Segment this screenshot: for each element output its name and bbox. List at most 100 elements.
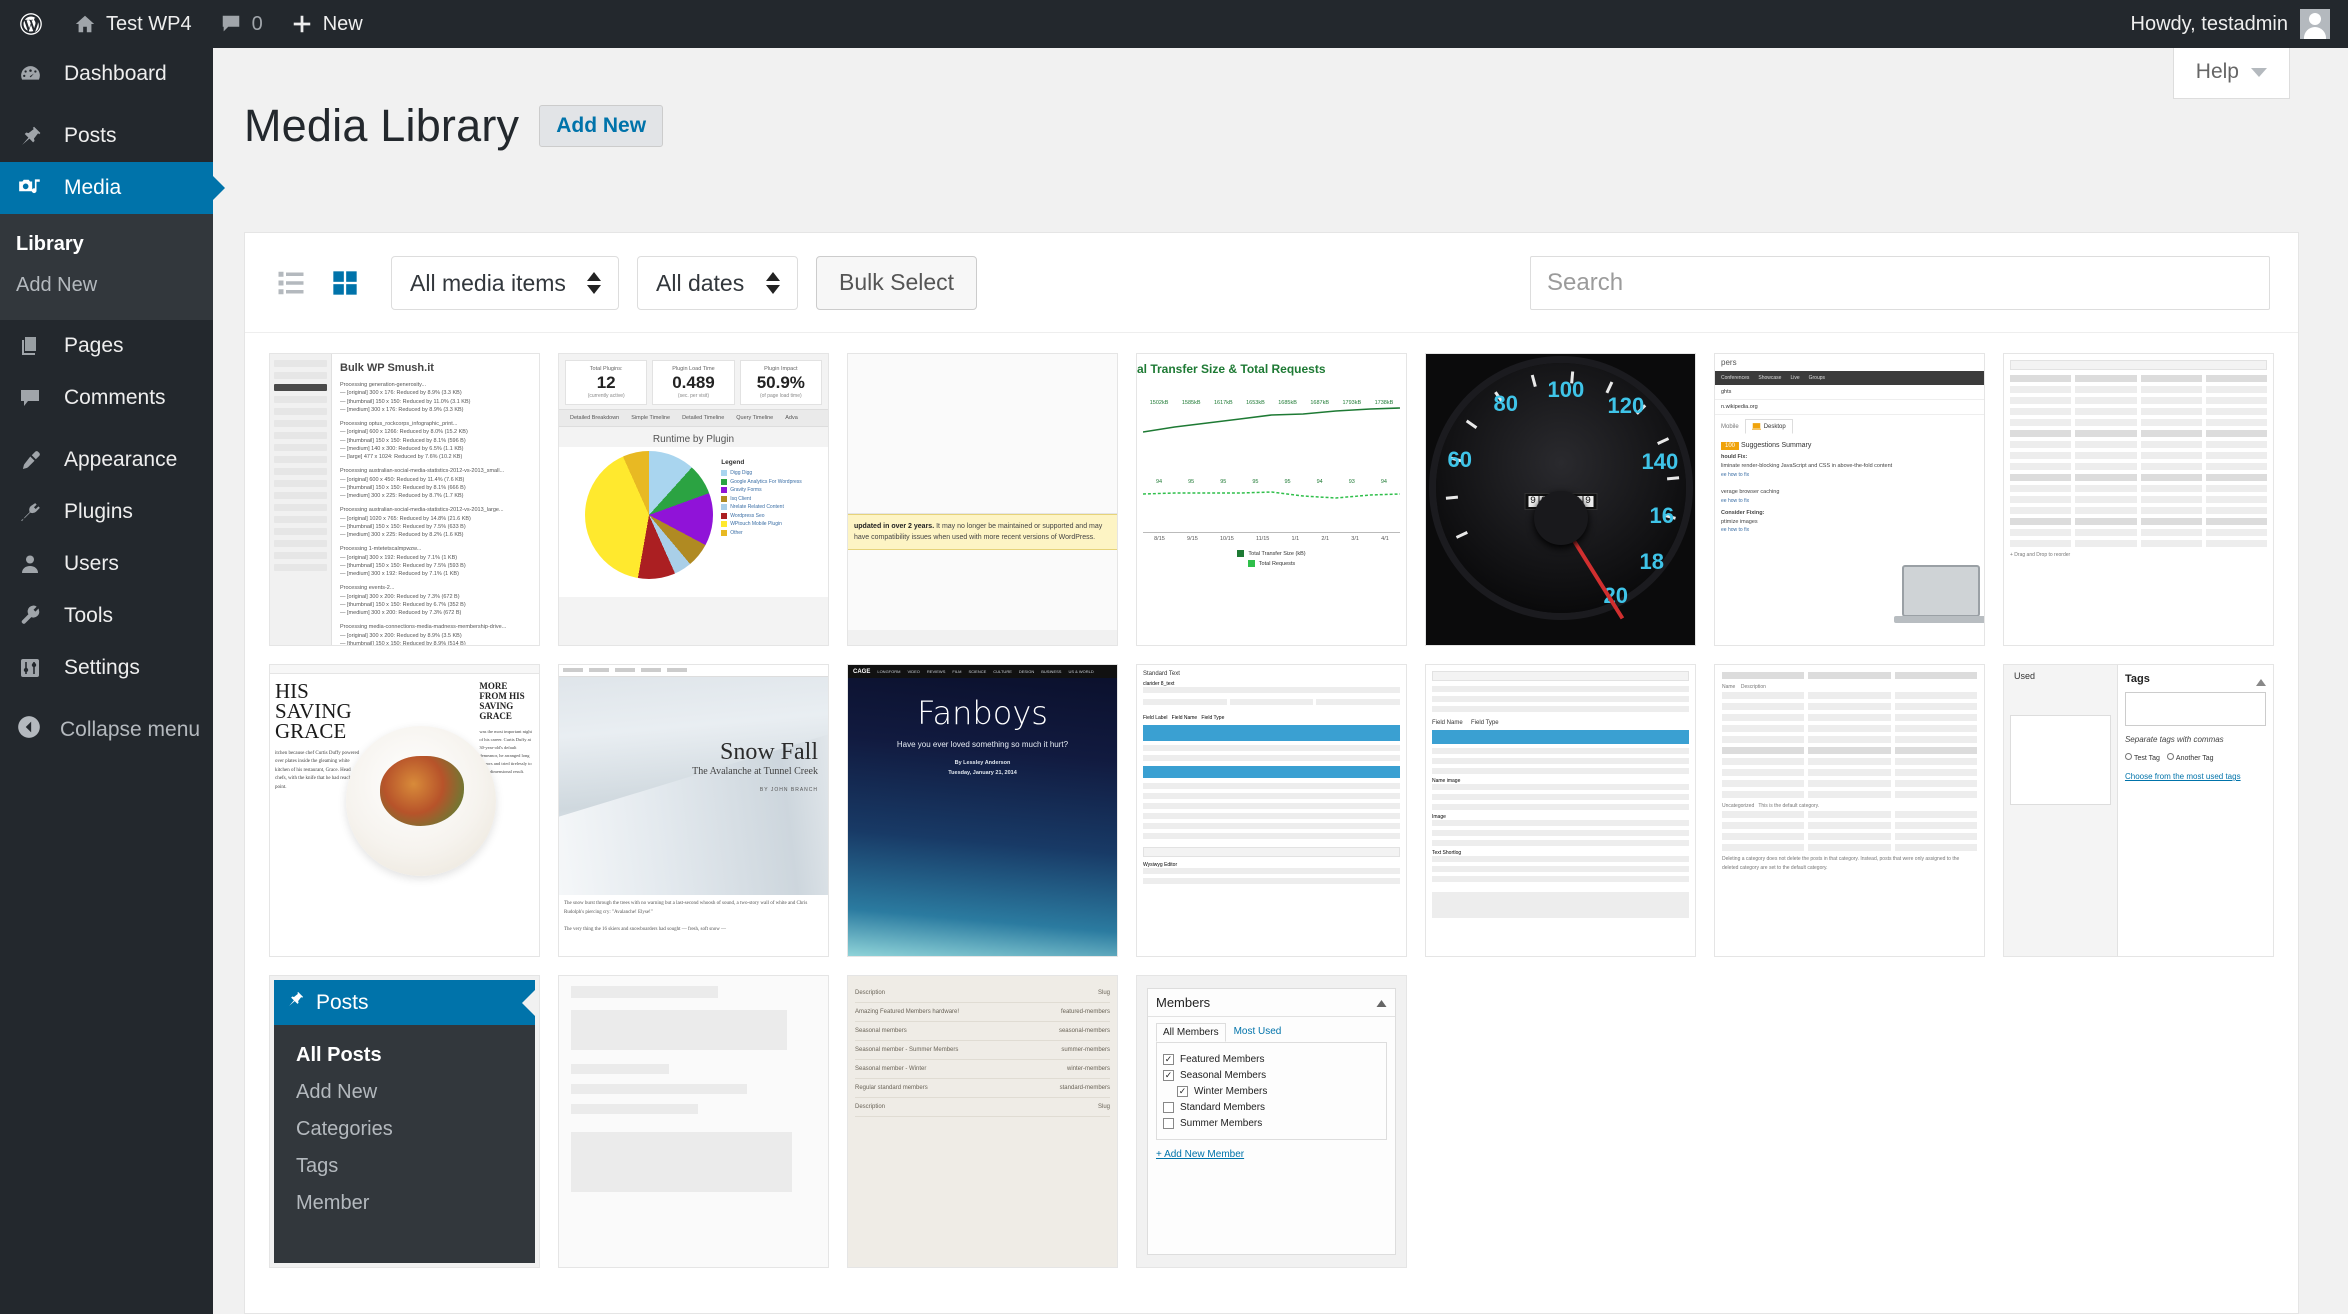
posts-menu-item-tags[interactable]: Tags (274, 1148, 535, 1185)
smush-line: — [large] 477 x 1024: Reduced by 7.6% (1… (340, 454, 463, 460)
members-tab-all[interactable]: All Members (1156, 1023, 1226, 1042)
posts-menu-item-add-new[interactable]: Add New (274, 1074, 535, 1111)
comment-bubble-icon (16, 386, 44, 410)
sidebar-item-label: Settings (64, 656, 140, 679)
media-item-members-taxonomy-metabox-screenshot[interactable]: Members All Members Most Used ✓ Featured… (1136, 975, 1407, 1268)
tags-choose-link[interactable]: Choose from the most used tags (2125, 772, 2266, 781)
form-table: + Drag and Drop to reorder (2010, 375, 2267, 560)
speed-number: 60 (1447, 446, 1472, 472)
search-input[interactable] (1530, 255, 2270, 310)
snow-topbar (559, 665, 828, 677)
posts-menu-item-member[interactable]: Member (274, 1185, 535, 1222)
grid-view-icon[interactable] (327, 265, 363, 301)
media-item-pagespeed-insights-screenshot[interactable]: pers Conferences Showcase Live Groups gh… (1714, 353, 1985, 646)
sidebar-subitem-label: Library (16, 233, 84, 255)
sidebar-subitem-label: Add New (16, 274, 98, 296)
sidebar-subitem-add-new[interactable]: Add New (0, 265, 213, 306)
media-item-p3-plugin-profiler-screenshot[interactable]: Total Plugins: 12 (currently active) Plu… (558, 353, 829, 646)
speed-number: 18 (1639, 548, 1664, 574)
checkbox-checked-icon[interactable]: ✓ (1177, 1085, 1188, 1097)
posts-menu-item-all-posts[interactable]: All Posts (274, 1037, 535, 1074)
smush-line: — [thumbnail] 150 x 150: Reduced by 8.9%… (340, 640, 466, 645)
sidebar-item-comments[interactable]: Comments (0, 372, 213, 424)
sidebar-subitem-library[interactable]: Library (0, 224, 213, 265)
help-tab-button[interactable]: Help (2172, 48, 2290, 99)
sidebar-item-media[interactable]: Media (0, 162, 225, 214)
wordpress-logo-button[interactable] (0, 0, 60, 48)
media-item-magazine-food-article-screenshot[interactable]: HIS SAVING GRACE itchen because chef Cur… (269, 664, 540, 957)
members-option-standard[interactable]: Standard Members (1163, 1099, 1380, 1115)
table-row: Amazing Featured Members hardware! featur… (855, 1003, 1110, 1022)
chevron-up-icon[interactable] (1376, 995, 1387, 1010)
ps-score-badge: 100 (1721, 442, 1740, 450)
sidebar-item-posts[interactable]: Posts (0, 110, 213, 162)
media-item-transfer-size-requests-chart-screenshot[interactable]: al Transfer Size & Total Requests 1502kB… (1136, 353, 1407, 646)
members-option-featured[interactable]: ✓ Featured Members (1163, 1051, 1380, 1067)
table-caption: Name Description (1722, 684, 1766, 690)
list-view-icon[interactable] (273, 265, 309, 301)
form-col-headers: Field Name Field Type (1432, 720, 1499, 726)
smush-line: — [original] 600 x 1266: Reduced by 8.0%… (340, 429, 468, 436)
members-option-winter[interactable]: ✓ Winter Members (1163, 1083, 1380, 1099)
table-row (2010, 408, 2267, 415)
food-headline: HIS SAVING GRACE (275, 679, 352, 743)
sidebar-item-pages[interactable]: Pages (0, 320, 213, 372)
add-new-button[interactable]: Add New (539, 105, 664, 147)
sidebar-item-dashboard[interactable]: Dashboard (0, 48, 213, 100)
smush-line: — [original] 1020 x 765: Reduced by 14.8… (340, 515, 471, 522)
posts-menu-item-categories[interactable]: Categories (274, 1111, 535, 1148)
media-item-field-name-field-type-table-screenshot[interactable]: Field Name Field Type Name image Image T… (1425, 664, 1696, 957)
comments-button[interactable]: 0 (206, 0, 277, 48)
table-row (2010, 529, 2267, 536)
media-item-speedometer-photo[interactable]: 60 80 100 120 140 16 18 20 9 9 9 9 9 9 (1425, 353, 1696, 646)
account-menu[interactable]: Howdy, testadmin (2131, 9, 2348, 39)
bulk-select-button[interactable]: Bulk Select (816, 255, 978, 310)
media-item-grey-form-panel-screenshot[interactable] (558, 975, 829, 1268)
members-option-summer[interactable]: Summer Members (1163, 1115, 1380, 1131)
media-item-bulk-wp-smushit-screenshot[interactable]: Bulk WP Smush.it Processing generation-g… (269, 353, 540, 646)
thumb-sidebar (270, 354, 332, 645)
snow-title: Snow Fall (719, 739, 818, 765)
media-item-posts-admin-menu-screenshot[interactable]: Posts All Posts Add New Categories Tags … (269, 975, 540, 1268)
add-new-member-link[interactable]: + Add New Member (1156, 1149, 1387, 1160)
help-label: Help (2195, 60, 2239, 83)
tags-title: Tags (2124, 673, 2150, 685)
collapse-menu-button[interactable]: Collapse menu (0, 704, 213, 756)
smush-line: — [original] 300 x 200: Reduced by 7.3% … (340, 593, 460, 600)
tags-input[interactable] (2124, 692, 2266, 726)
sidebar-item-tools[interactable]: Tools (0, 590, 213, 642)
media-item-fanboys-article-screenshot[interactable]: CAGE LONGFORM VIDEO REVIEWS FILM SCIENCE CU… (847, 664, 1118, 957)
p3-chart-area: Legend Digg Digg Google Analytics For Wo… (559, 447, 828, 598)
media-item-tags-metabox-screenshot[interactable]: Used Tags Separate tags with commas Test… (2003, 664, 2274, 957)
p3-card-value: 12 (596, 373, 616, 392)
members-option-seasonal[interactable]: ✓ Seasonal Members (1163, 1067, 1380, 1083)
media-item-plugin-not-updated-notice-screenshot[interactable]: updated in over 2 years. It may no longe… (847, 353, 1118, 646)
sidebar-item-plugins[interactable]: Plugins (0, 486, 213, 538)
media-type-filter[interactable]: All media items (391, 255, 619, 310)
new-content-button[interactable]: New (277, 0, 377, 48)
sidebar-item-appearance[interactable]: Appearance (0, 434, 213, 486)
admin-bar: Test WP4 0 New Howdy, testadmin (0, 0, 2348, 48)
p3-tab: Detailed Breakdown (570, 415, 620, 422)
snow-body-text: The snow burst through the trees with no… (564, 901, 808, 932)
chart-title: al Transfer Size & Total Requests (1137, 362, 1326, 376)
new-label: New (322, 12, 363, 35)
site-name-button[interactable]: Test WP4 (60, 0, 206, 48)
checkbox-unchecked-icon[interactable] (1163, 1117, 1174, 1129)
checkbox-checked-icon[interactable]: ✓ (1163, 1069, 1174, 1081)
sidebar-item-settings[interactable]: Settings (0, 642, 213, 694)
checkbox-unchecked-icon[interactable] (1163, 1101, 1174, 1113)
checkbox-checked-icon[interactable]: ✓ (1163, 1053, 1174, 1065)
date-filter[interactable]: All dates (637, 255, 798, 310)
ps-url: n.wikipedia.org (1715, 400, 1984, 415)
media-item-admin-list-table-screenshot[interactable]: Name Description Uncategorized This is t… (1714, 664, 1985, 957)
site-name-label: Test WP4 (106, 12, 192, 35)
table-header-row (2010, 430, 2267, 437)
media-item-description-slug-table-screenshot[interactable]: Description Slug Amazing Featured Members… (847, 975, 1118, 1268)
media-item-nyt-snow-fall-screenshot[interactable]: Snow Fall The Avalanche at Tunnel Creek … (558, 664, 829, 957)
media-item-field-table-blue-screenshot[interactable]: Standard Text clarider 8_text Field Labe… (1136, 664, 1407, 957)
table-header-row: Description Slug (855, 984, 1110, 1003)
members-tab-most-used[interactable]: Most Used (1228, 1023, 1288, 1042)
media-item-field-builder-form-screenshot[interactable]: + Drag and Drop to reorder (2003, 353, 2274, 646)
sidebar-item-users[interactable]: Users (0, 538, 213, 590)
